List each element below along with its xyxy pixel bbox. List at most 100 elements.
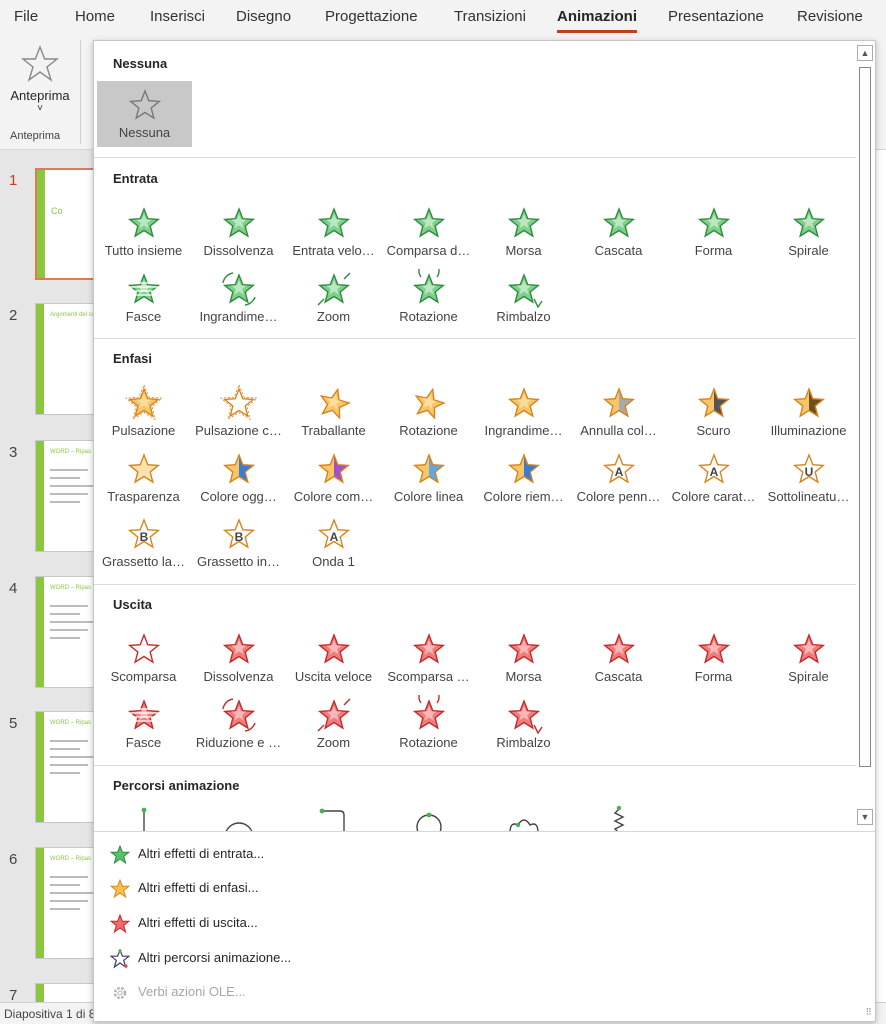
- tab-animazioni[interactable]: Animazioni: [557, 8, 638, 33]
- scroll-up-button[interactable]: ▲: [857, 45, 873, 61]
- effect-label: Rotazione: [399, 308, 458, 324]
- tab-presentazione[interactable]: Presentazione: [668, 8, 764, 25]
- slide-accent-bar: [36, 984, 44, 1002]
- effect-emphasis[interactable]: Illuminazione: [761, 379, 856, 441]
- motion-path-icon[interactable]: [124, 803, 164, 831]
- effect-exit[interactable]: Cascata: [571, 625, 666, 687]
- effect-label: Morsa: [505, 669, 542, 684]
- preview-button[interactable]: Anteprima ˅: [4, 42, 76, 122]
- tab-inserisci[interactable]: Inserisci: [150, 8, 205, 25]
- effect-entrance[interactable]: Dissolvenza: [191, 199, 286, 261]
- effect-entrance[interactable]: Fasce: [96, 265, 191, 327]
- tab-transizioni[interactable]: Transizioni: [454, 8, 526, 25]
- motion-path-icon[interactable]: [314, 803, 354, 831]
- effect-exit[interactable]: Scomparsa: [96, 625, 191, 687]
- effect-emphasis[interactable]: A Onda 1: [286, 510, 381, 572]
- effect-label: Rimbalzo: [496, 308, 551, 324]
- menu-more-entrance[interactable]: Altri effetti di entrata...: [108, 840, 848, 868]
- menu-more-exit[interactable]: Altri effetti di uscita...: [108, 909, 848, 937]
- effect-emphasis[interactable]: U Sottolineatu…: [761, 445, 856, 507]
- effect-label: Pulsazione: [111, 423, 176, 438]
- scroll-thumb[interactable]: [859, 67, 871, 767]
- effect-emphasis[interactable]: Colore riem…: [476, 445, 571, 507]
- motion-path-icon[interactable]: [219, 803, 259, 831]
- effect-none[interactable]: Nessuna: [97, 81, 192, 147]
- effect-emphasis[interactable]: Ingrandime…: [476, 379, 571, 441]
- effect-entrance[interactable]: Rimbalzo: [476, 265, 571, 327]
- tab-home[interactable]: Home: [75, 8, 115, 25]
- effect-emphasis[interactable]: Traballante: [286, 379, 381, 441]
- effect-entrance[interactable]: Entrata velo…: [286, 199, 381, 261]
- scroll-down-button[interactable]: ▼: [857, 809, 873, 825]
- svg-text:U: U: [804, 465, 813, 479]
- star-outline-icon: [21, 45, 59, 82]
- menu-more-paths[interactable]: Altri percorsi animazione...: [108, 944, 848, 972]
- effect-emphasis[interactable]: Colore com…: [286, 445, 381, 507]
- effect-entrance[interactable]: Rotazione: [381, 265, 476, 327]
- effect-exit[interactable]: Fasce: [96, 691, 191, 753]
- slide-number: 6: [9, 851, 18, 868]
- effect-entrance[interactable]: Zoom: [286, 265, 381, 327]
- effect-emphasis[interactable]: Trasparenza: [96, 445, 191, 507]
- effect-emphasis[interactable]: Colore linea: [381, 445, 476, 507]
- effect-label: Colore linea: [393, 488, 464, 504]
- effect-label: Illuminazione: [770, 423, 847, 438]
- effect-emphasis[interactable]: Annulla col…: [571, 379, 666, 441]
- emphasis-star-icon: [219, 383, 258, 421]
- effect-label: Colore riem…: [483, 488, 564, 504]
- effect-label: Colore carat…: [671, 488, 756, 504]
- tab-progettazione[interactable]: Progettazione: [325, 8, 418, 25]
- effect-exit[interactable]: Zoom: [286, 691, 381, 753]
- effect-entrance[interactable]: Comparsa d…: [381, 199, 476, 261]
- effect-label: Traballante: [301, 423, 366, 438]
- effect-entrance[interactable]: Spirale: [761, 199, 856, 261]
- effect-emphasis[interactable]: Scuro: [666, 379, 761, 441]
- effect-emphasis[interactable]: Rotazione: [381, 379, 476, 441]
- effect-entrance[interactable]: Ingrandime…: [191, 265, 286, 327]
- effect-emphasis[interactable]: A Colore carat…: [666, 445, 761, 507]
- entrance-star-icon: [317, 272, 350, 305]
- gallery-scrollbar[interactable]: ▲ ▼: [856, 45, 874, 831]
- menu-more-emphasis[interactable]: Altri effetti di enfasi...: [108, 874, 848, 902]
- menu-label: Verbi azioni OLE...: [138, 984, 246, 999]
- effect-exit[interactable]: Spirale: [761, 625, 856, 687]
- slide-text-line: [50, 772, 80, 774]
- group-divider: [80, 40, 81, 144]
- resize-grip[interactable]: ⠿: [865, 1007, 872, 1018]
- effect-entrance[interactable]: Morsa: [476, 199, 571, 261]
- effect-emphasis[interactable]: Colore ogg…: [191, 445, 286, 507]
- effect-exit[interactable]: Riduzione e …: [191, 691, 286, 753]
- effect-emphasis[interactable]: A Colore penn…: [571, 445, 666, 507]
- tab-revisione[interactable]: Revisione: [797, 8, 863, 25]
- effect-exit[interactable]: Rimbalzo: [476, 691, 571, 753]
- effect-entrance[interactable]: Forma: [666, 199, 761, 261]
- motion-path-icon[interactable]: [599, 803, 639, 831]
- effect-exit[interactable]: Uscita veloce: [286, 625, 381, 687]
- slide-thumb-title: Co: [51, 206, 63, 216]
- effect-label: Cascata: [594, 243, 643, 258]
- effect-label: Pulsazione c…: [195, 423, 282, 438]
- slide-thumb-title: WORD – Ripas: [50, 856, 92, 862]
- effect-label: Forma: [694, 243, 733, 258]
- entrance-star-icon: [221, 271, 256, 306]
- effect-emphasis[interactable]: Pulsazione: [96, 379, 191, 441]
- effect-emphasis[interactable]: B Grassetto in…: [191, 510, 286, 572]
- effect-exit[interactable]: Dissolvenza: [191, 625, 286, 687]
- effect-exit[interactable]: Forma: [666, 625, 761, 687]
- tab-disegno[interactable]: Disegno: [236, 8, 291, 25]
- slide-accent-bar: [36, 848, 44, 958]
- effect-entrance[interactable]: Cascata: [571, 199, 666, 261]
- slide-text-line: [50, 900, 88, 902]
- slide-text-line: [50, 908, 80, 910]
- motion-path-icon[interactable]: [409, 803, 449, 831]
- tab-file[interactable]: File: [14, 8, 38, 25]
- effect-exit[interactable]: Morsa: [476, 625, 571, 687]
- more-effects-menu: Altri effetti di entrata... Altri effett…: [94, 831, 875, 1021]
- effect-emphasis[interactable]: Pulsazione c…: [191, 379, 286, 441]
- effect-exit[interactable]: Scomparsa …: [381, 625, 476, 687]
- motion-path-icon[interactable]: [504, 803, 544, 831]
- slide-text-line: [50, 493, 88, 495]
- effect-exit[interactable]: Rotazione: [381, 691, 476, 753]
- effect-emphasis[interactable]: B Grassetto la…: [96, 510, 191, 572]
- effect-entrance[interactable]: Tutto insieme: [96, 199, 191, 261]
